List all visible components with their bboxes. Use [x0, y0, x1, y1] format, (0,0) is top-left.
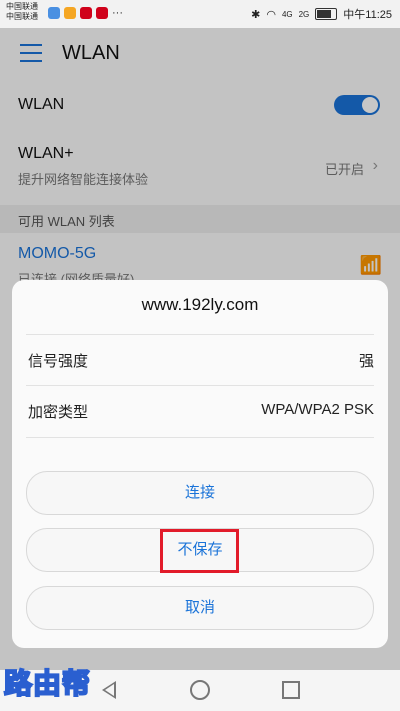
notification-icons: ··· — [48, 7, 123, 19]
signal-strength-row: 信号强度 强 — [26, 334, 374, 386]
settings-screen: 中国联通 中国联通 ··· ✱ ◠ 4G 2G 中午11:25 WLAN WLA… — [0, 0, 400, 711]
encryption-label: 加密类型 — [28, 404, 89, 421]
connect-button[interactable]: 连接 — [26, 471, 374, 515]
recent-apps-icon[interactable] — [282, 681, 300, 699]
network-2g-label: 2G — [298, 9, 310, 19]
carrier-labels: 中国联通 中国联通 — [6, 2, 38, 22]
app-notification-icon — [48, 7, 60, 19]
encryption-value: WPA/WPA2 PSK — [261, 401, 374, 418]
signal-strength-value: 强 — [358, 353, 374, 370]
back-icon[interactable] — [102, 681, 116, 699]
watermark-logo: 路由帮 — [3, 666, 92, 701]
weibo-icon — [96, 7, 108, 19]
network-4g-label: 4G — [281, 9, 293, 19]
status-bar: 中国联通 中国联通 ··· ✱ ◠ 4G 2G 中午11:25 — [0, 0, 400, 28]
encryption-row: 加密类型 WPA/WPA2 PSK — [26, 385, 374, 438]
highlight-box — [160, 529, 239, 573]
carrier-1: 中国联通 — [6, 2, 38, 11]
more-icon: ··· — [112, 7, 123, 19]
battery-icon — [315, 8, 338, 20]
bluetooth-icon: ✱ — [251, 8, 261, 21]
weibo-icon — [80, 7, 92, 19]
network-dialog: www.192ly.com 信号强度 强 加密类型 WPA/WPA2 PSK 连… — [12, 280, 388, 648]
home-icon[interactable] — [190, 680, 210, 700]
signal-strength-label: 信号强度 — [28, 353, 89, 370]
wifi-status-icon: ◠ — [266, 8, 276, 21]
status-right: ✱ ◠ 4G 2G 中午11:25 — [251, 6, 392, 22]
cancel-button[interactable]: 取消 — [26, 586, 374, 630]
status-time: 中午11:25 — [343, 9, 392, 21]
app-notification-icon — [64, 7, 76, 19]
dialog-title: www.192ly.com — [141, 295, 259, 314]
carrier-2: 中国联通 — [6, 12, 38, 21]
